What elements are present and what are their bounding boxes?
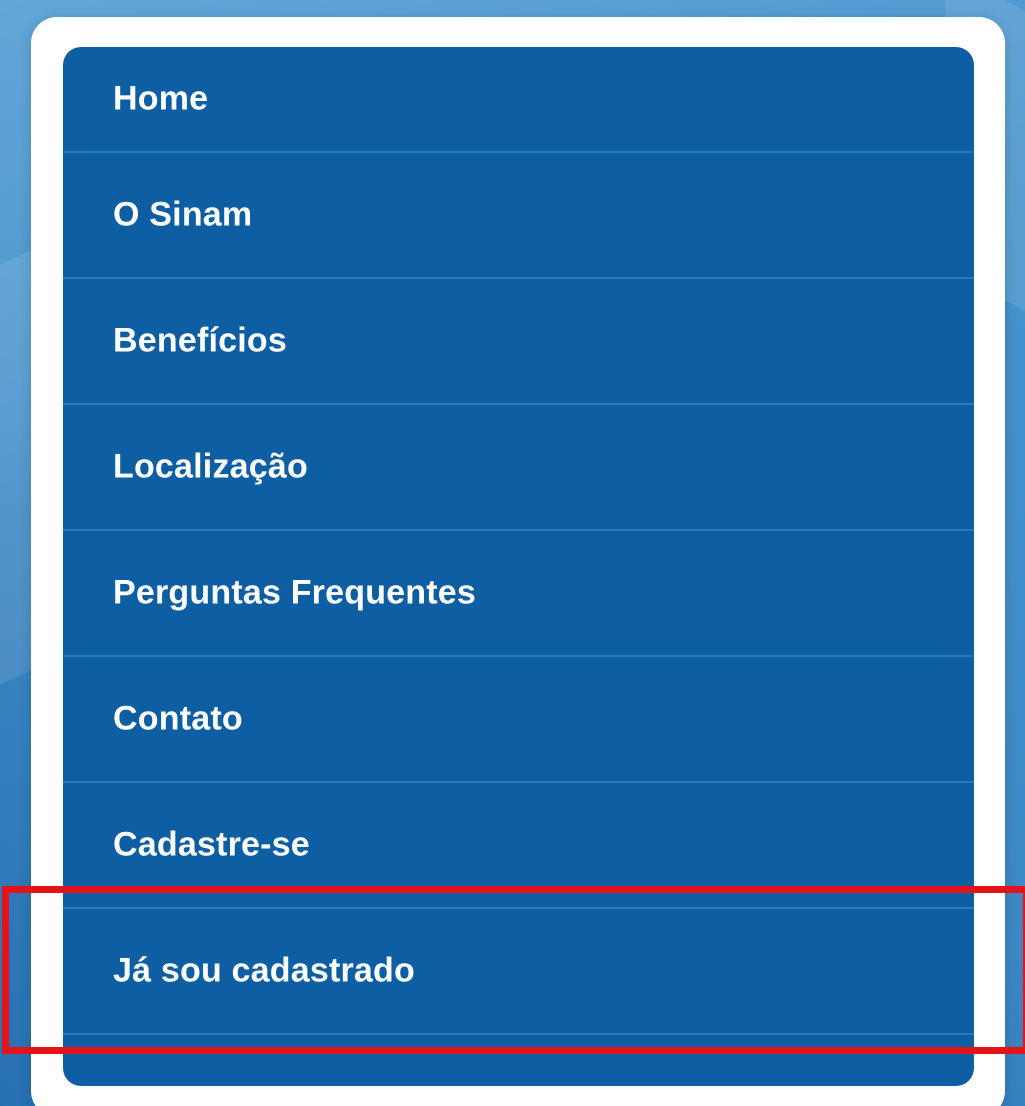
- menu-item-ja-sou-cadastrado[interactable]: Já sou cadastrado: [63, 909, 974, 1035]
- navigation-menu: Home O Sinam Benefícios Localização Perg…: [63, 47, 974, 1086]
- menu-item-cadastre-se[interactable]: Cadastre-se: [63, 783, 974, 909]
- menu-item-perguntas-frequentes[interactable]: Perguntas Frequentes: [63, 531, 974, 657]
- menu-item-label: Localização: [113, 447, 308, 486]
- menu-item-home[interactable]: Home: [63, 47, 974, 153]
- menu-item-label: Perguntas Frequentes: [113, 573, 476, 612]
- menu-item-o-sinam[interactable]: O Sinam: [63, 153, 974, 279]
- menu-item-beneficios[interactable]: Benefícios: [63, 279, 974, 405]
- menu-item-label: Home: [113, 79, 209, 118]
- menu-item-label: Cadastre-se: [113, 825, 310, 864]
- menu-item-label: Benefícios: [113, 321, 287, 360]
- menu-item-localizacao[interactable]: Localização: [63, 405, 974, 531]
- menu-item-label: Já sou cadastrado: [113, 951, 415, 990]
- menu-item-label: O Sinam: [113, 195, 253, 234]
- menu-item-label: Contato: [113, 699, 243, 738]
- menu-item-contato[interactable]: Contato: [63, 657, 974, 783]
